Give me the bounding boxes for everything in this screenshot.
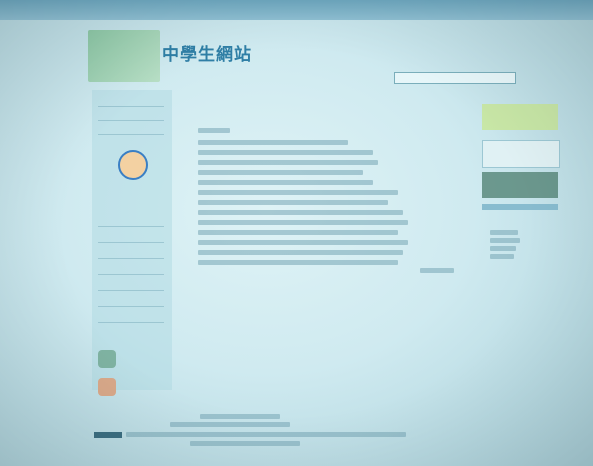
news-line bbox=[198, 160, 378, 165]
right-link bbox=[490, 246, 516, 251]
decorative-icon bbox=[98, 378, 116, 396]
banner-image bbox=[482, 104, 558, 130]
news-line bbox=[198, 140, 348, 145]
sidebar-item bbox=[98, 110, 164, 121]
news-line bbox=[198, 260, 398, 265]
sidebar-item bbox=[98, 232, 164, 243]
news-line bbox=[198, 210, 403, 215]
banner-image bbox=[482, 172, 558, 198]
news-line bbox=[198, 200, 388, 205]
browser-toolbar bbox=[0, 0, 593, 20]
news-line bbox=[198, 190, 398, 195]
footer-line bbox=[126, 432, 406, 437]
decorative-icon bbox=[98, 350, 116, 368]
sidebar-item bbox=[98, 124, 164, 135]
mascot-icon bbox=[118, 150, 148, 180]
sidebar-item bbox=[98, 312, 164, 323]
banner-image bbox=[482, 140, 560, 168]
sidebar-item bbox=[98, 96, 164, 107]
sidebar-item bbox=[98, 264, 164, 275]
site-logo-image bbox=[88, 30, 160, 82]
right-link bbox=[490, 230, 518, 235]
section-heading bbox=[198, 128, 230, 133]
more-link bbox=[420, 268, 454, 273]
news-line bbox=[198, 150, 373, 155]
news-line bbox=[198, 240, 408, 245]
news-line bbox=[198, 230, 398, 235]
footer-line bbox=[200, 414, 280, 419]
sidebar-item bbox=[98, 216, 164, 227]
sidebar-item bbox=[98, 296, 164, 307]
sidebar-item bbox=[98, 280, 164, 291]
news-line bbox=[198, 250, 403, 255]
news-line bbox=[198, 180, 373, 185]
search-box-blurred bbox=[394, 72, 516, 84]
right-link bbox=[490, 238, 520, 243]
news-line bbox=[198, 220, 408, 225]
news-line bbox=[198, 170, 363, 175]
right-section-bar bbox=[482, 204, 558, 210]
footer-line bbox=[190, 441, 300, 446]
right-link bbox=[490, 254, 514, 259]
header-links-blurred bbox=[388, 40, 573, 66]
site-title: 中學生網站 bbox=[162, 45, 252, 65]
sidebar-item bbox=[98, 248, 164, 259]
footer-badge bbox=[94, 432, 122, 438]
footer-line bbox=[170, 422, 290, 427]
projected-screen-photo: 中學生網站 bbox=[0, 0, 593, 466]
